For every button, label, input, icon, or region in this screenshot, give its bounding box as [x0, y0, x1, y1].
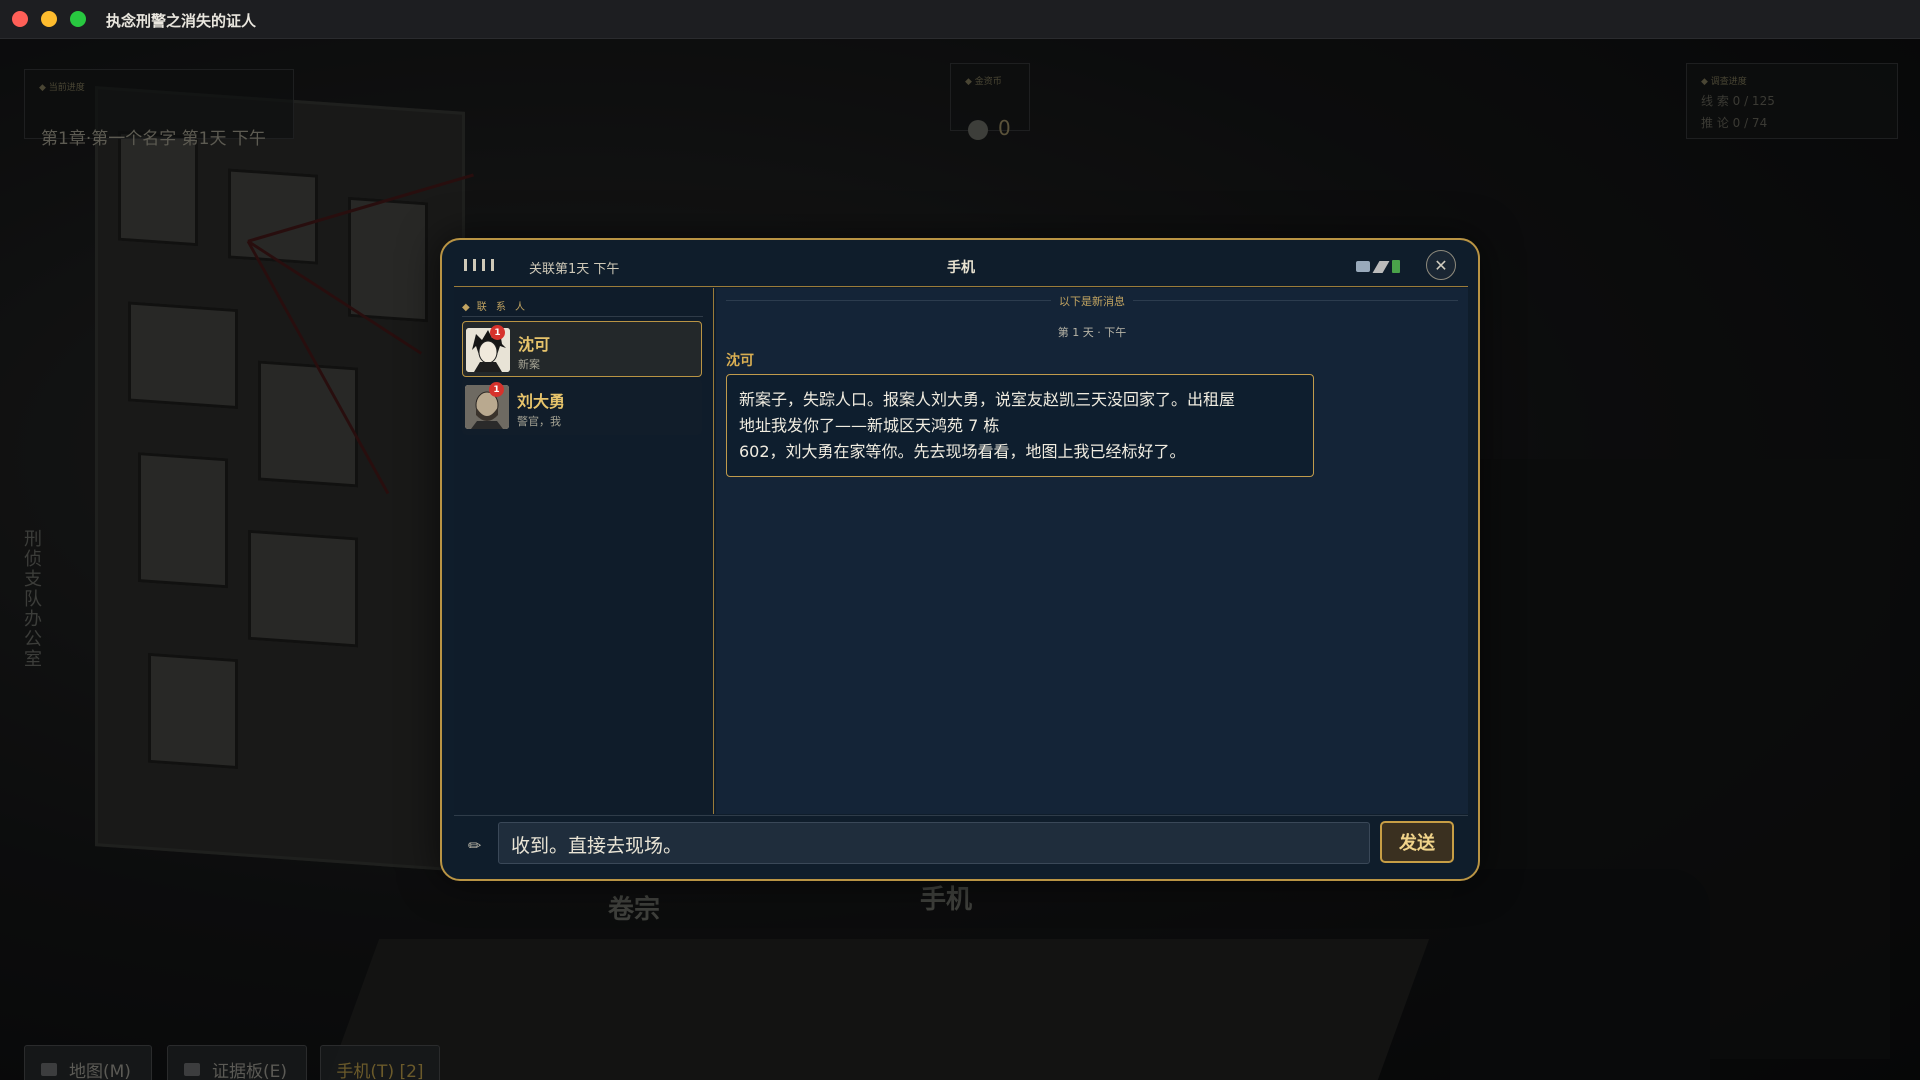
coin-value: 0 [998, 116, 1011, 140]
office-wall-sign: 刑侦支队办公室 [21, 529, 42, 669]
evidence-board-button-label: 证据板(E) [212, 1061, 288, 1080]
phone-button[interactable]: 手机(T) [2] [320, 1045, 440, 1080]
evidence-board-button[interactable]: 证据板(E) [167, 1045, 307, 1080]
map-icon [41, 1062, 57, 1076]
battery-icon [1392, 260, 1400, 273]
message-line-1: 新案子，失踪人口。报案人刘大勇，说室友赵凯三天没回家了。出租屋 [739, 390, 1236, 409]
map-button[interactable]: 地图(M) [24, 1045, 152, 1080]
evidence-board-icon [184, 1062, 200, 1076]
contact-item-liudayong[interactable]: 1 刘大勇 警官，我 [462, 379, 702, 435]
contact-preview: 新案 [518, 358, 540, 371]
contact-name: 刘大勇 [517, 392, 566, 411]
message-sender: 沈可 [726, 353, 754, 369]
contacts-panel: ◆ 联 系 人 1 沈可 新案 1 刘大勇 警官，我 [454, 288, 714, 814]
phone-status-bar: 关联第1天 下午 手机 ✕ [454, 240, 1468, 287]
clues-count: 线 索 0 / 125 [1701, 94, 1775, 108]
new-messages-divider: 以下是新消息 [716, 293, 1468, 309]
coin-label: ◆ 金资币 [965, 77, 1002, 87]
coin-panel: ◆ 金资币 0 [950, 63, 1030, 140]
chapter-text: 第1章·第一个名字 第1天 下午 [41, 129, 266, 149]
window-title: 执念刑警之消失的证人 [106, 12, 257, 30]
phone-modal: 关联第1天 下午 手机 ✕ ◆ 联 系 人 1 沈可 新案 1 刘大勇 警官，我… [440, 238, 1480, 881]
window-minimize-button[interactable] [41, 11, 57, 27]
files-hotspot-label[interactable]: 卷宗 [608, 889, 660, 926]
contact-preview: 警官，我 [517, 415, 561, 428]
deduction-count: 推 论 0 / 74 [1701, 116, 1768, 130]
pencil-icon: ✏ [468, 836, 482, 855]
window-maximize-button[interactable] [70, 11, 86, 27]
send-button[interactable]: 发送 [1380, 821, 1454, 863]
message-bubble: 新案子，失踪人口。报案人刘大勇，说室友赵凯三天没回家了。出租屋 地址我发你了——… [726, 374, 1314, 477]
message-input[interactable]: 收到。直接去现场。 [498, 822, 1370, 864]
message-line-3: 602，刘大勇在家等你。先去现场看看，地图上我已经标好了。 [739, 442, 1186, 461]
chat-panel: 以下是新消息 第 1 天 · 下午 沈可 新案子，失踪人口。报案人刘大勇，说室友… [716, 288, 1468, 814]
window-close-button[interactable] [12, 11, 28, 27]
unread-badge: 1 [490, 325, 505, 340]
progress-label: ◆ 调查进度 [1701, 77, 1747, 87]
message-line-2: 地址我发你了——新城区天鸿苑 7 栋 [739, 416, 1000, 435]
map-button-label: 地图(M) [69, 1061, 131, 1080]
window-titlebar: 执念刑警之消失的证人 [0, 0, 1920, 39]
wifi-icon [1372, 260, 1390, 273]
close-icon: ✕ [1434, 255, 1448, 275]
coin-icon [968, 120, 988, 140]
contact-name: 沈可 [518, 335, 551, 354]
phone-status-icons [1356, 260, 1400, 273]
chat-day-label: 第 1 天 · 下午 [1057, 326, 1127, 339]
phone-close-button[interactable]: ✕ [1426, 250, 1456, 280]
message-input-bar: ✏ 收到。直接去现场。 发送 [454, 815, 1468, 873]
contact-item-shenke[interactable]: 1 沈可 新案 [462, 321, 702, 377]
investigation-progress-panel: ◆ 调查进度 线 索 0 / 125 推 论 0 / 74 [1686, 63, 1898, 139]
photo-icon [1356, 261, 1370, 272]
phone-button-label: 手机(T) [2] [336, 1061, 424, 1080]
contacts-header: ◆ 联 系 人 [462, 302, 529, 313]
chapter-label: ◆ 当前进度 [39, 83, 85, 93]
phone-hotspot-label[interactable]: 手机 [920, 879, 972, 916]
phone-title: 手机 [947, 260, 975, 276]
unread-badge: 1 [489, 382, 504, 397]
chapter-progress-panel: ◆ 当前进度 第1章·第一个名字 第1天 下午 [24, 69, 294, 149]
